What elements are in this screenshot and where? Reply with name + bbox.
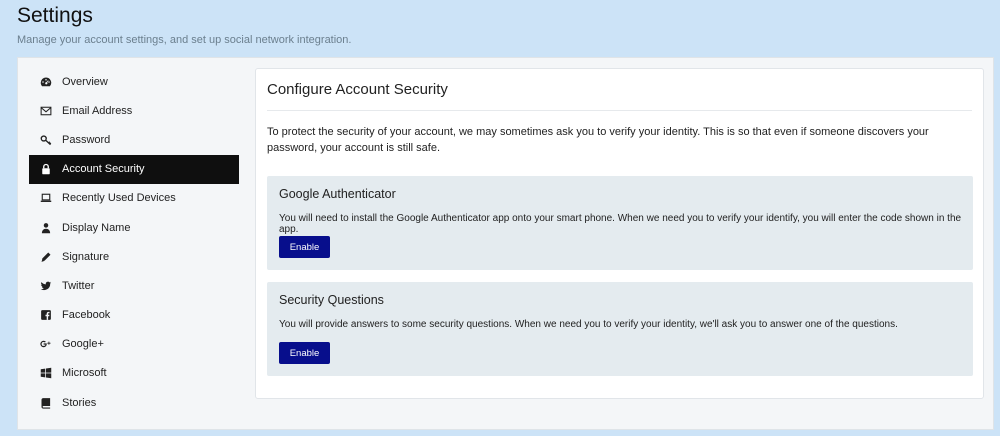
sidebar-item-label: Facebook bbox=[62, 309, 111, 322]
sidebar-item-label: Google+ bbox=[62, 338, 104, 351]
sidebar-item-label: Signature bbox=[62, 250, 110, 263]
sidebar-item-recently-used-devices[interactable]: Recently Used Devices bbox=[29, 184, 239, 213]
sidebar-item-account-security[interactable]: Account Security bbox=[29, 154, 239, 184]
sidebar-item-display-name[interactable]: Display Name bbox=[29, 213, 239, 242]
pencil-icon bbox=[40, 250, 62, 264]
user-icon bbox=[40, 221, 62, 235]
sidebar-item-overview[interactable]: Overview bbox=[29, 67, 239, 96]
twitter-icon bbox=[40, 279, 62, 293]
google-plus-icon bbox=[40, 337, 62, 351]
settings-sidebar: Overview Email Address Password Account … bbox=[29, 67, 239, 417]
sidebar-item-stories[interactable]: Stories bbox=[29, 388, 239, 417]
sidebar-item-label: Overview bbox=[62, 75, 108, 88]
section-title: Configure Account Security bbox=[267, 81, 448, 98]
sidebar-item-label: Stories bbox=[62, 396, 97, 409]
enable-google-authenticator-button[interactable]: Enable bbox=[279, 236, 330, 258]
sidebar-item-microsoft[interactable]: Microsoft bbox=[29, 359, 239, 388]
lock-icon bbox=[40, 162, 62, 176]
divider bbox=[267, 110, 972, 111]
settings-container: Overview Email Address Password Account … bbox=[17, 57, 994, 430]
sidebar-item-label: Email Address bbox=[62, 104, 133, 117]
panel-title: Google Authenticator bbox=[279, 187, 396, 201]
panel-description: You will provide answers to some securit… bbox=[279, 319, 898, 330]
page-header: Settings Manage your account settings, a… bbox=[17, 4, 351, 46]
sidebar-item-email-address[interactable]: Email Address bbox=[29, 96, 239, 125]
security-questions-panel: Security Questions You will provide answ… bbox=[267, 282, 973, 376]
sidebar-item-label: Recently Used Devices bbox=[62, 192, 176, 205]
enable-security-questions-button[interactable]: Enable bbox=[279, 342, 330, 364]
sidebar-item-label: Twitter bbox=[62, 279, 95, 292]
windows-icon bbox=[40, 366, 62, 380]
sidebar-item-label: Password bbox=[62, 133, 111, 146]
sidebar-item-facebook[interactable]: Facebook bbox=[29, 301, 239, 330]
key-icon bbox=[40, 133, 62, 147]
intro-text: To protect the security of your account,… bbox=[267, 126, 929, 154]
sidebar-item-label: Display Name bbox=[62, 221, 131, 234]
sidebar-item-password[interactable]: Password bbox=[29, 125, 239, 154]
panel-title: Security Questions bbox=[279, 293, 384, 307]
laptop-icon bbox=[40, 191, 62, 205]
page-subtitle: Manage your account settings, and set up… bbox=[17, 34, 352, 46]
facebook-icon bbox=[40, 308, 62, 322]
sidebar-item-label: Microsoft bbox=[62, 367, 107, 380]
book-icon bbox=[40, 396, 62, 410]
page-title: Settings bbox=[17, 4, 93, 27]
sidebar-item-signature[interactable]: Signature bbox=[29, 242, 239, 271]
google-authenticator-panel: Google Authenticator You will need to in… bbox=[267, 176, 973, 270]
envelope-icon bbox=[40, 104, 62, 118]
dashboard-icon bbox=[40, 75, 62, 89]
sidebar-item-google-plus[interactable]: Google+ bbox=[29, 330, 239, 359]
sidebar-item-twitter[interactable]: Twitter bbox=[29, 271, 239, 300]
account-security-panel: Configure Account Security To protect th… bbox=[255, 68, 984, 399]
panel-description: You will need to install the Google Auth… bbox=[279, 213, 962, 235]
sidebar-item-label: Account Security bbox=[62, 163, 145, 176]
